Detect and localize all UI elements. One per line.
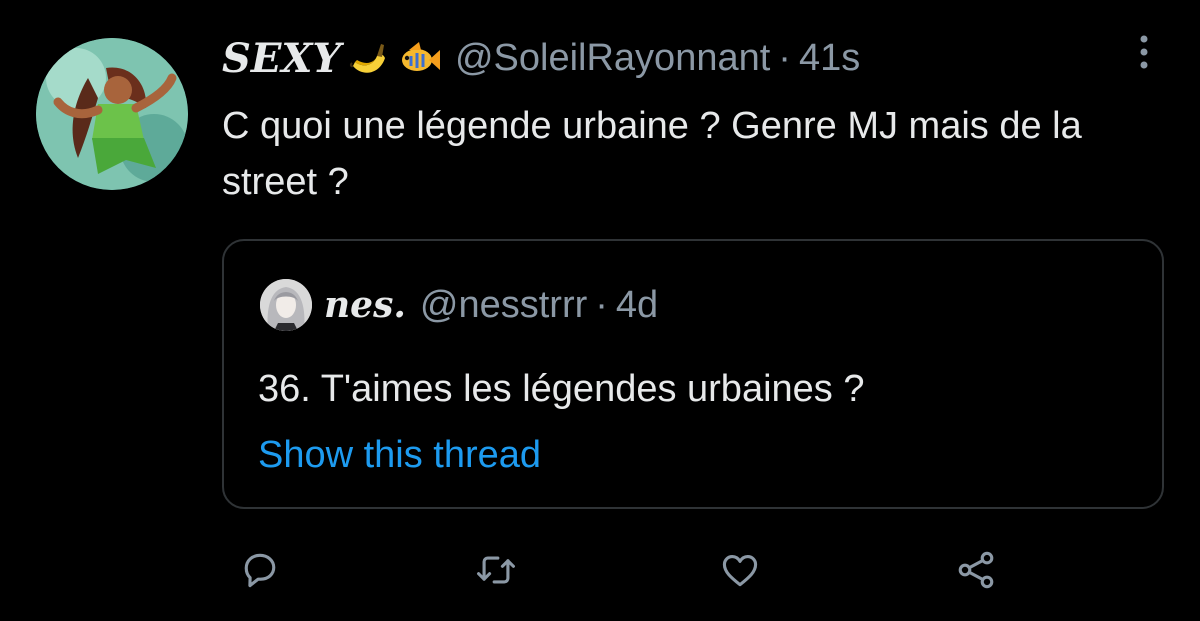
tweet[interactable]: SEXY @SoleilRayonnant · 41s C quoi une l… <box>0 0 1200 621</box>
banana-emoji <box>347 36 391 80</box>
quoted-avatar[interactable] <box>260 279 312 331</box>
quoted-separator-dot: · <box>595 283 608 326</box>
separator-dot: · <box>778 36 791 79</box>
action-bar <box>0 540 1200 600</box>
more-vertical-icon[interactable] <box>1126 30 1162 74</box>
quoted-avatar-image <box>260 279 312 331</box>
quoted-tweet[interactable]: nes. @nesstrrr · 4d 36. T'aimes les lége… <box>222 239 1164 509</box>
reply-icon[interactable] <box>232 540 288 600</box>
tweet-header: SEXY @SoleilRayonnant · 41s <box>222 28 860 88</box>
show-thread-link[interactable]: Show this thread <box>258 427 541 483</box>
share-icon[interactable] <box>948 540 1004 600</box>
tweet-text: C quoi une légende urbaine ? Genre MJ ma… <box>222 105 1082 203</box>
fish-emoji <box>397 36 441 80</box>
avatar[interactable] <box>36 38 188 190</box>
quoted-display-name[interactable]: nes. <box>324 284 406 326</box>
quoted-text: 36. T'aimes les légendes urbaines ? <box>258 368 865 410</box>
timestamp[interactable]: 41s <box>799 37 860 80</box>
quoted-timestamp[interactable]: 4d <box>616 284 658 327</box>
display-name[interactable]: SEXY <box>222 35 341 82</box>
quoted-header: nes. @nesstrrr · 4d <box>324 275 658 335</box>
like-icon[interactable] <box>712 540 768 600</box>
retweet-icon[interactable] <box>468 540 524 600</box>
quoted-handle[interactable]: @nesstrrr <box>420 284 587 327</box>
avatar-image <box>36 38 188 190</box>
handle[interactable]: @SoleilRayonnant <box>455 37 770 80</box>
